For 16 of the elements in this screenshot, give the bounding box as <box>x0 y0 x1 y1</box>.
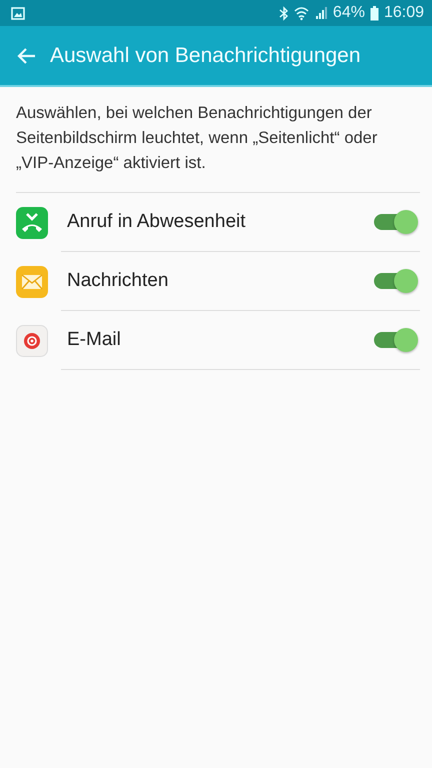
bluetooth-icon <box>278 6 289 20</box>
signal-icon <box>314 6 328 20</box>
back-arrow-icon[interactable] <box>16 46 36 64</box>
battery-icon <box>370 6 379 20</box>
app-label: Nachrichten <box>67 270 168 292</box>
picture-icon <box>11 6 25 20</box>
screen-title: Auswahl von Benachrichtigungen <box>50 44 361 68</box>
wifi-icon <box>294 6 309 20</box>
battery-percent: 64% <box>332 4 365 22</box>
clock-time: 16:09 <box>384 4 424 22</box>
app-label: E-Mail <box>67 329 121 351</box>
email-icon <box>16 324 48 356</box>
phone-icon <box>16 206 48 238</box>
envelope-icon <box>16 266 48 298</box>
app-label: Anruf in Abwesenheit <box>67 211 246 233</box>
description-text: Auswählen, bei welchen Benachrichtigungen der Seitenbildschirm leuchtet, wenn „Seitenlicht“ oder „VIP-Anzeige“ aktiviert ist. <box>15 103 378 174</box>
